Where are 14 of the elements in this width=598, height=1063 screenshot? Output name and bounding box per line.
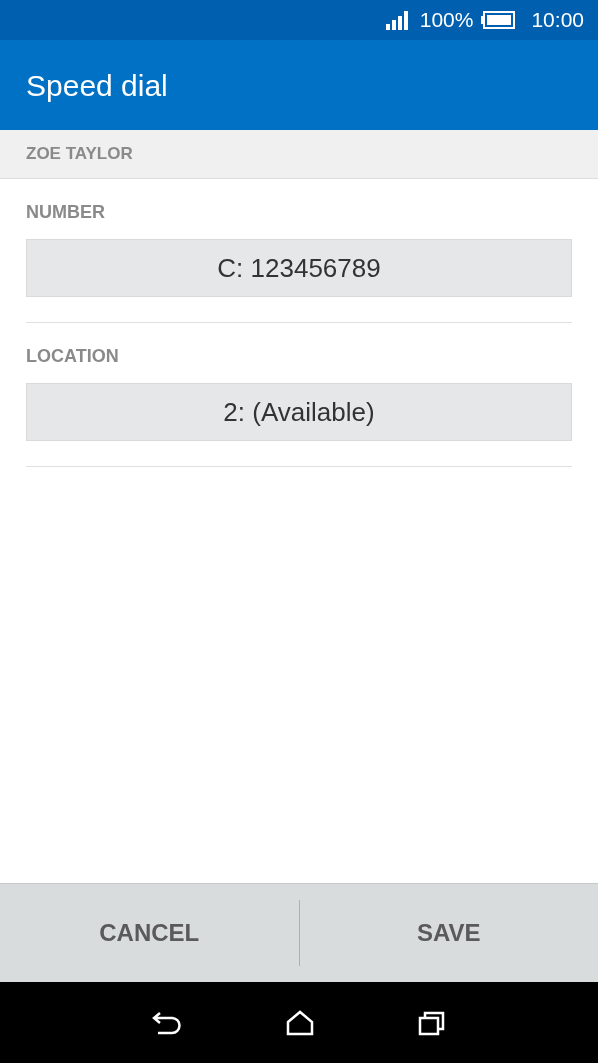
field-label: LOCATION [26,345,120,368]
dropdown-field[interactable]: C: 123456789 [26,239,572,297]
contact-name: ZOE TAYLOR [26,143,133,166]
screen-title: Speed dial [26,67,168,104]
back-icon[interactable] [152,1009,182,1036]
home-icon[interactable] [286,1009,314,1036]
battery-icon [481,11,516,29]
action-button[interactable]: CANCEL [0,884,299,982]
field-label: NUMBER [26,201,106,224]
action-button[interactable]: SAVE [299,884,598,982]
dropdown-field[interactable]: 2: (Available) [26,383,572,441]
battery-percentage: 100% [419,7,474,34]
clock: 10:00 [531,7,584,34]
recent-apps-icon[interactable] [418,1009,446,1036]
